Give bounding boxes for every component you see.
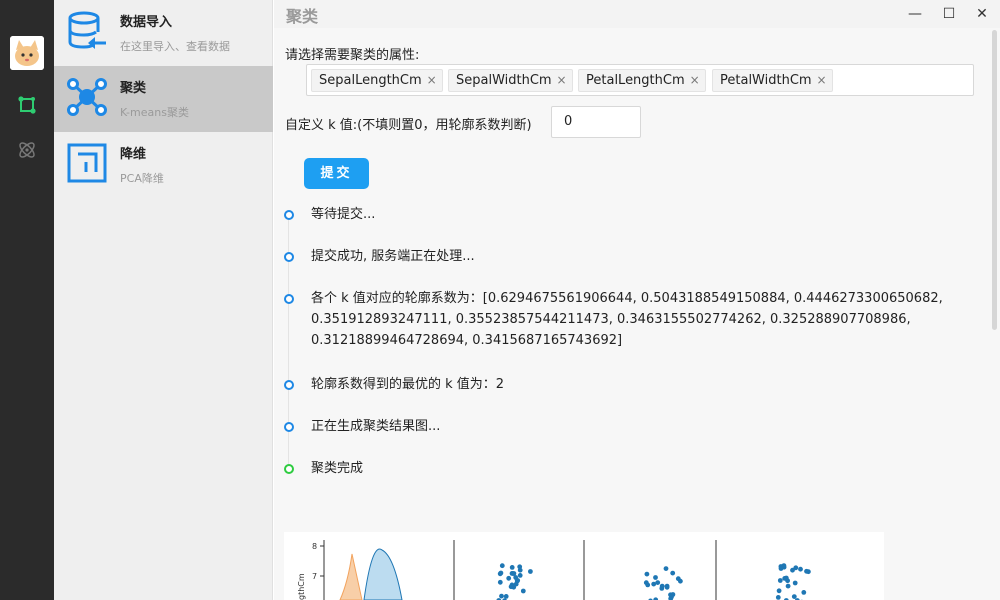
- close-button[interactable]: ✕: [972, 4, 992, 24]
- scatter-point: [664, 584, 670, 590]
- nav-item-title: 数据导入: [120, 15, 173, 30]
- nav-item-subtitle: 在这里导入、查看数据: [120, 40, 230, 53]
- scatter-point: [801, 590, 807, 595]
- scatter-point: [659, 583, 665, 589]
- ylabel: gthCm: [297, 573, 306, 600]
- timeline-item: 各个 k 值对应的轮廓系数为：[0.6294675561906644, 0.50…: [311, 291, 943, 348]
- scatter-point: [791, 594, 797, 599]
- attribute-tag: PetalWidthCm ×: [712, 69, 833, 92]
- scatter-point: [508, 584, 514, 590]
- title-bar: 聚类 — ☐ ✕: [274, 0, 1000, 28]
- scatter-point: [669, 594, 674, 600]
- tag-remove-icon[interactable]: ×: [427, 70, 437, 91]
- scatter-point: [663, 566, 669, 571]
- scatter-point: [499, 563, 505, 569]
- tag-remove-icon[interactable]: ×: [557, 70, 567, 91]
- cluster-icon[interactable]: [16, 94, 38, 116]
- scatter-points: [496, 563, 811, 600]
- scatter-point: [515, 578, 521, 583]
- kde-curve-blue: [363, 548, 403, 600]
- scatter-point: [790, 567, 795, 573]
- nav-item-subtitle: K-means聚类: [120, 106, 189, 119]
- scatter-point: [499, 593, 504, 599]
- avatar[interactable]: [10, 36, 44, 70]
- nav-item-title: 降维: [120, 147, 147, 162]
- timeline-dot: [284, 380, 294, 390]
- nav-sidebar: 数据导入 在这里导入、查看数据 聚类 K-means聚类 降维 PCA降维: [54, 0, 273, 600]
- maximize-button[interactable]: ☐: [939, 4, 959, 24]
- database-import-icon: [66, 10, 108, 52]
- scatter-point: [506, 575, 512, 581]
- cluster-result-plot: 8 7 gthCm: [284, 532, 884, 600]
- scatter-point: [517, 573, 523, 578]
- scatter-point: [520, 588, 526, 594]
- ytick-label: 8: [312, 542, 317, 551]
- scatter-point: [792, 580, 798, 586]
- k-value-label: 自定义 k 值:(不填则置0，用轮廓系数判断): [285, 118, 532, 133]
- scatter-point: [643, 580, 649, 586]
- scatter-point: [653, 575, 658, 580]
- attribute-multiselect[interactable]: SepalLengthCm × SepalWidthCm × PetalLeng…: [306, 64, 974, 96]
- k-value-input[interactable]: 0: [551, 106, 641, 138]
- attribute-tag: SepalWidthCm ×: [448, 69, 573, 92]
- atom-icon[interactable]: [16, 139, 38, 161]
- main-panel: 聚类 — ☐ ✕ 请选择需要聚类的属性: SepalLengthCm × Sep…: [274, 0, 1000, 600]
- scatter-point: [509, 565, 515, 570]
- timeline-dot: [284, 294, 294, 304]
- nav-item-title: 聚类: [120, 81, 147, 96]
- scatter-point: [651, 581, 657, 587]
- attribute-tag: PetalLengthCm ×: [578, 69, 706, 92]
- vertical-scrollbar[interactable]: [992, 30, 997, 330]
- ytick-label: 7: [312, 572, 317, 581]
- scatter-point: [517, 567, 523, 573]
- timeline-item: 聚类完成: [311, 461, 364, 476]
- tag-remove-icon[interactable]: ×: [690, 70, 700, 91]
- timeline-item: 等待提交...: [311, 207, 376, 222]
- page-title: 聚类: [286, 7, 319, 26]
- nav-item-subtitle: PCA降维: [120, 172, 164, 185]
- minimize-button[interactable]: —: [905, 4, 925, 24]
- scatter-point: [804, 568, 809, 574]
- scatter-point: [498, 570, 504, 576]
- nav-item-pca[interactable]: 降维 PCA降维: [54, 132, 273, 198]
- timeline-dot: [284, 210, 294, 220]
- cluster-nodes-icon: [66, 76, 108, 118]
- nav-item-clustering[interactable]: 聚类 K-means聚类: [54, 66, 273, 132]
- tag-label: PetalWidthCm: [720, 73, 812, 88]
- scatter-point: [528, 569, 533, 574]
- submit-button[interactable]: 提交: [304, 158, 369, 189]
- nav-item-data-import[interactable]: 数据导入 在这里导入、查看数据: [54, 0, 273, 66]
- scatter-point: [497, 579, 503, 585]
- attribute-tag: SepalLengthCm ×: [311, 69, 443, 92]
- timeline-dot-done: [284, 464, 294, 474]
- scatter-point: [776, 588, 782, 594]
- pairplot-svg: 8 7 gthCm: [297, 540, 811, 600]
- scatter-point: [785, 583, 791, 589]
- tag-label: SepalLengthCm: [319, 73, 422, 88]
- scatter-point: [675, 576, 681, 582]
- scatter-point: [510, 571, 516, 576]
- tag-label: SepalWidthCm: [456, 73, 552, 88]
- attributes-label: 请选择需要聚类的属性:: [285, 48, 420, 63]
- kde-curve-orange: [339, 553, 363, 600]
- scatter-point: [778, 566, 784, 571]
- timeline-item: 正在生成聚类结果图...: [311, 419, 441, 434]
- dimension-reduce-icon: [66, 142, 108, 184]
- timeline-item: 提交成功, 服务端正在处理...: [311, 249, 475, 264]
- timeline-item: 轮廓系数得到的最优的 k 值为：2: [311, 377, 505, 392]
- icon-rail: [0, 0, 54, 600]
- scatter-point: [503, 594, 509, 599]
- scatter-point: [644, 571, 650, 577]
- tag-remove-icon[interactable]: ×: [817, 70, 827, 91]
- scatter-point: [782, 576, 788, 581]
- tag-label: PetalLengthCm: [586, 73, 685, 88]
- scatter-point: [777, 578, 783, 583]
- timeline-dot: [284, 252, 294, 262]
- scatter-point: [798, 566, 803, 572]
- scatter-point: [670, 570, 676, 576]
- scatter-point: [775, 595, 781, 600]
- timeline-dot: [284, 422, 294, 432]
